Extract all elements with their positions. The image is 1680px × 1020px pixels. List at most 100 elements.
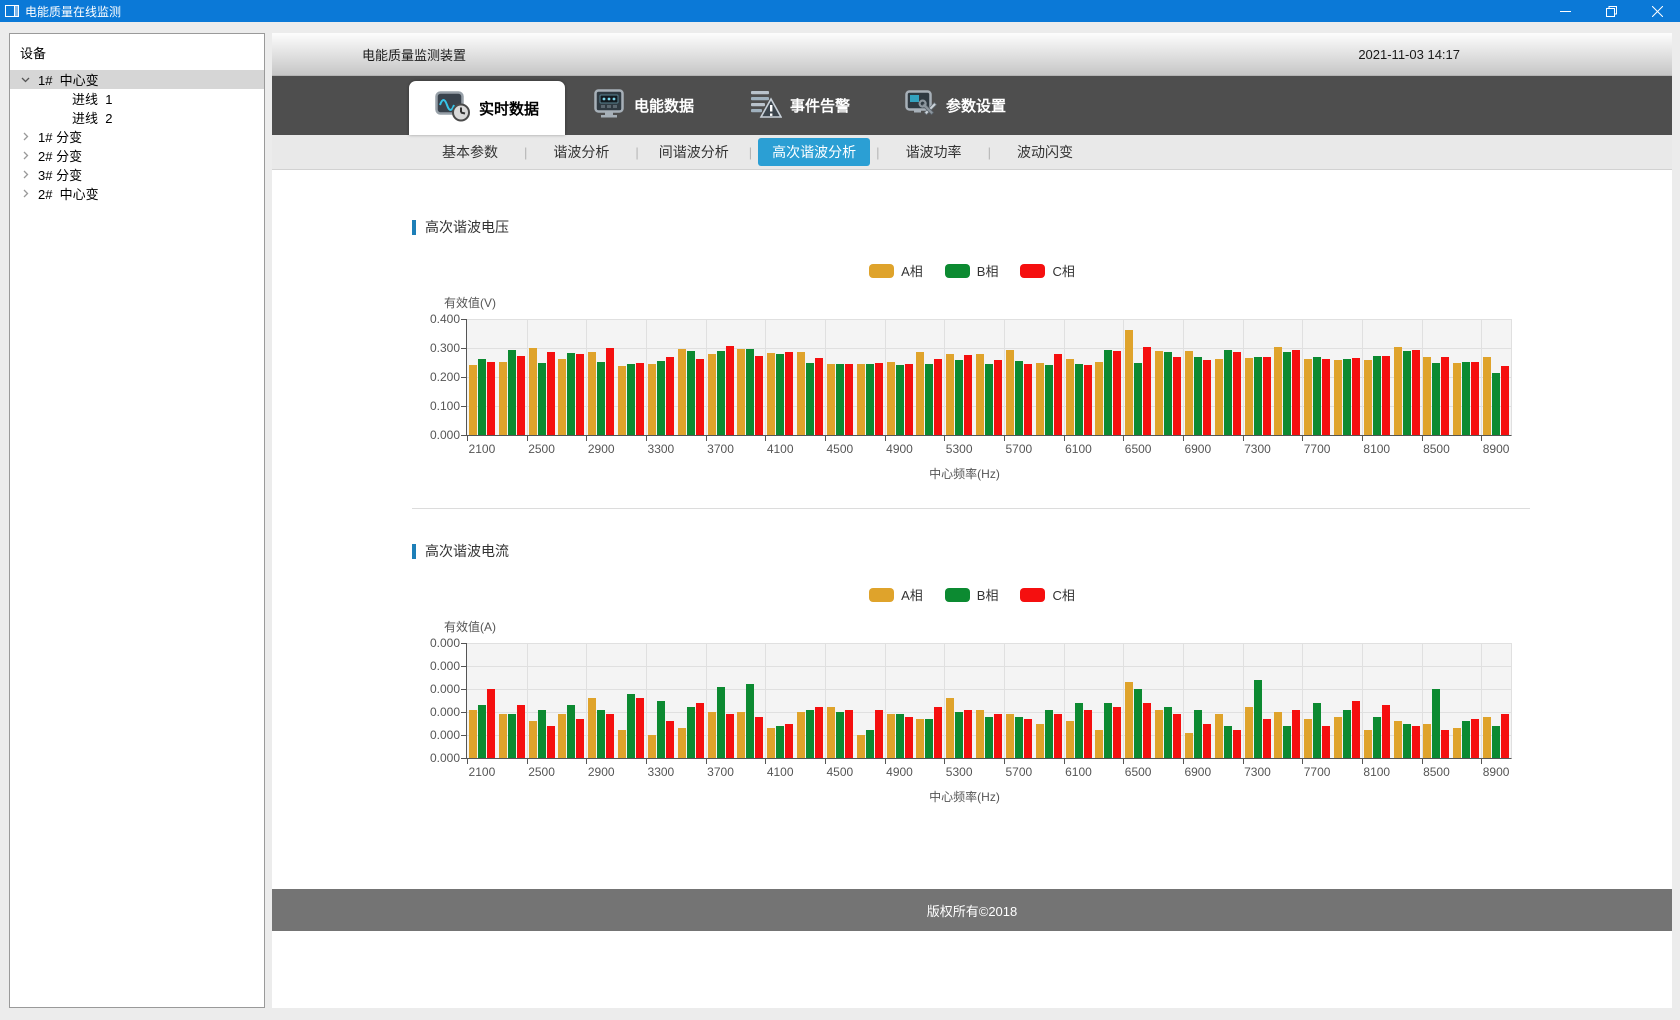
- chevron-right-icon[interactable]: [19, 150, 31, 162]
- bar-B相: [925, 719, 933, 758]
- x-tick: [944, 759, 945, 764]
- bar-A相: [708, 354, 716, 436]
- tree-header: 设备: [10, 34, 264, 70]
- bar-C相: [1203, 360, 1211, 435]
- bar-A相: [1245, 707, 1253, 758]
- tree-item-2#中心变[interactable]: 2# 中心变: [10, 184, 264, 203]
- gridline-v: [1183, 319, 1184, 435]
- legend-label: A相: [901, 585, 923, 604]
- subtab-高次谐波分析[interactable]: 高次谐波分析: [758, 138, 870, 166]
- bar-C相: [1471, 719, 1479, 758]
- bar-A相: [1423, 357, 1431, 435]
- legend-item-B相[interactable]: B相: [945, 261, 999, 280]
- gridline-v: [1243, 319, 1244, 435]
- legend-item-C相[interactable]: C相: [1020, 261, 1074, 280]
- bar-A相: [887, 714, 895, 758]
- bar-C相: [696, 703, 704, 758]
- bar-A相: [1095, 362, 1103, 435]
- bar-C相: [487, 689, 495, 758]
- legend-item-C相[interactable]: C相: [1020, 585, 1074, 604]
- tab-实时数据[interactable]: 实时数据: [409, 81, 565, 135]
- subtab-波动闪变[interactable]: 波动闪变: [997, 138, 1093, 166]
- y-tick-label: 0.100: [418, 399, 460, 413]
- bar-B相: [1224, 726, 1232, 758]
- gridline-v: [765, 319, 766, 435]
- bar-A相: [1423, 724, 1431, 759]
- tree-item-1#分变[interactable]: 1# 分变: [10, 127, 264, 146]
- gridline-v: [825, 643, 826, 758]
- subtab-谐波分析[interactable]: 谐波分析: [533, 138, 629, 166]
- bar-B相: [1104, 703, 1112, 758]
- bar-C相: [1113, 707, 1121, 758]
- bar-B相: [717, 351, 725, 435]
- subtab-间谐波分析[interactable]: 间谐波分析: [645, 138, 743, 166]
- x-tick-label: 6900: [1184, 765, 1211, 779]
- bar-C相: [1352, 358, 1360, 435]
- x-tick: [586, 759, 587, 764]
- bar-C相: [1322, 726, 1330, 758]
- bar-C相: [1441, 357, 1449, 435]
- legend-current: A相 B相 C相: [272, 585, 1672, 604]
- main-area: 电能质量监测装置 2021-11-03 14:17 实时数据电能数据事件告警参数…: [272, 33, 1672, 1008]
- tab-电能数据[interactable]: 电能数据: [565, 76, 721, 135]
- tree-item-label: 1# 中心变: [38, 70, 99, 89]
- y-axis-title: 有效值(V): [444, 294, 1672, 310]
- bar-B相: [687, 707, 695, 758]
- bar-A相: [1453, 728, 1461, 758]
- legend-item-B相[interactable]: B相: [945, 585, 999, 604]
- bar-A相: [827, 364, 835, 435]
- content: 高次谐波电压 A相B相C相 有效值(V)0.4000.3000.2000.100…: [272, 170, 1672, 889]
- x-tick: [1243, 759, 1244, 764]
- x-tick-label: 5700: [1005, 765, 1032, 779]
- bar-C相: [1412, 350, 1420, 435]
- close-button[interactable]: [1634, 0, 1680, 22]
- legend-item-A相[interactable]: A相: [869, 261, 923, 280]
- x-tick-label: 4500: [826, 765, 853, 779]
- tree-item-进线2[interactable]: 进线 2: [10, 108, 264, 127]
- bar-B相: [1462, 721, 1470, 758]
- subtab-基本参数[interactable]: 基本参数: [422, 138, 518, 166]
- bar-C相: [1084, 710, 1092, 758]
- restore-button[interactable]: [1588, 0, 1634, 22]
- bar-A相: [499, 714, 507, 758]
- window-title: 电能质量在线监测: [25, 3, 121, 20]
- bar-B相: [776, 354, 784, 435]
- bar-C相: [994, 360, 1002, 435]
- tree-item-1#中心变[interactable]: 1# 中心变: [10, 70, 264, 89]
- timestamp: 2021-11-03 14:17: [1358, 47, 1460, 62]
- bar-C相: [547, 352, 555, 435]
- y-tick-label: 0.000: [418, 705, 460, 719]
- tab-参数设置[interactable]: 参数设置: [877, 76, 1033, 135]
- bar-A相: [1364, 360, 1372, 435]
- chevron-right-icon[interactable]: [19, 131, 31, 143]
- chevron-down-icon[interactable]: [19, 74, 31, 86]
- x-tick-label: 4900: [886, 765, 913, 779]
- settings-icon: [904, 89, 938, 123]
- bar-A相: [708, 712, 716, 758]
- bar-A相: [648, 364, 656, 435]
- y-tick: [461, 406, 466, 407]
- subtab-separator: |: [635, 145, 638, 160]
- tree-item-label: 进线 1: [72, 89, 112, 108]
- minimize-button[interactable]: [1542, 0, 1588, 22]
- tree-item-进线1[interactable]: 进线 1: [10, 89, 264, 108]
- bar-A相: [797, 712, 805, 758]
- tree-item-3#分变[interactable]: 3# 分变: [10, 165, 264, 184]
- x-axis-title: 中心频率(Hz): [418, 788, 1511, 805]
- y-tick: [461, 735, 466, 736]
- tree-item-2#分变[interactable]: 2# 分变: [10, 146, 264, 165]
- bar-C相: [1501, 714, 1509, 758]
- tab-事件告警[interactable]: 事件告警: [721, 76, 877, 135]
- x-tick: [1422, 759, 1423, 764]
- chevron-right-icon[interactable]: [19, 169, 31, 181]
- chevron-right-icon[interactable]: [19, 188, 31, 200]
- bar-A相: [1155, 351, 1163, 435]
- bar-C相: [1352, 701, 1360, 759]
- subtab-谐波功率[interactable]: 谐波功率: [886, 138, 982, 166]
- bar-B相: [627, 694, 635, 758]
- legend-item-A相[interactable]: A相: [869, 585, 923, 604]
- gridline-v: [1362, 319, 1363, 435]
- gridline-v: [1422, 643, 1423, 758]
- bar-C相: [934, 359, 942, 435]
- x-tick-label: 6100: [1065, 765, 1092, 779]
